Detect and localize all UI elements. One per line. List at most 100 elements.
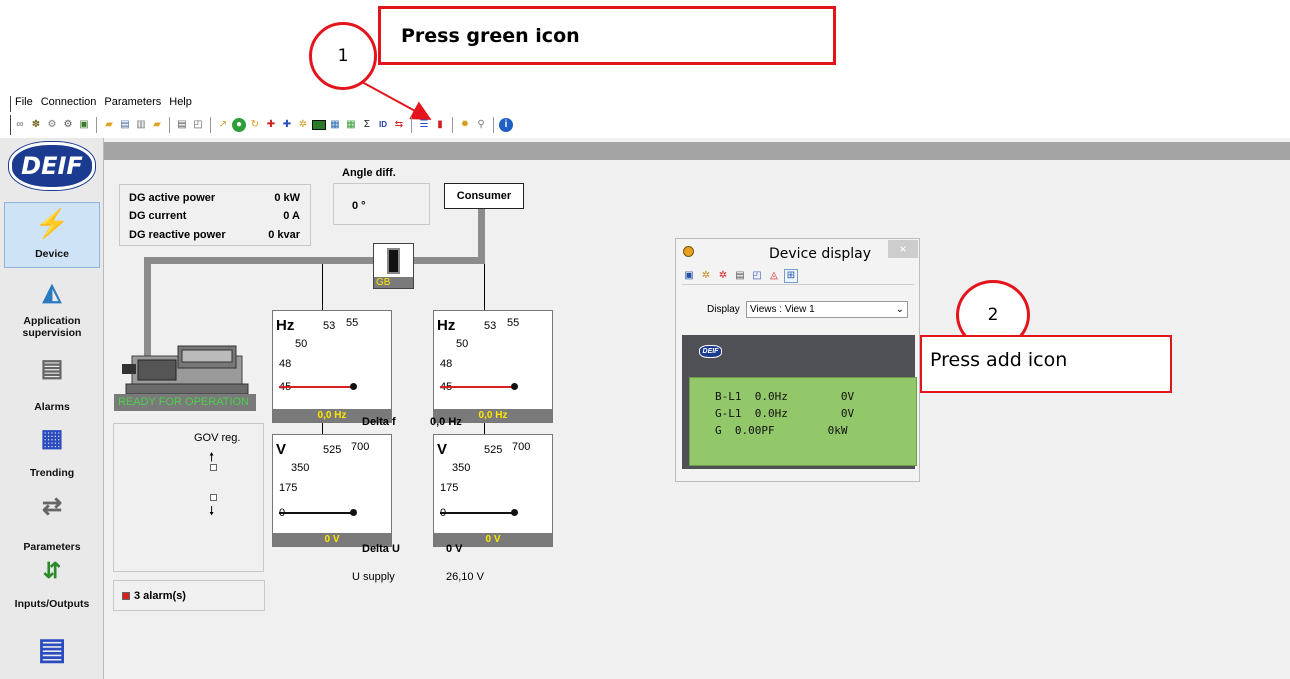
consumer-box[interactable]: Consumer [444, 183, 524, 209]
instruction-callout-2: Press add icon [920, 335, 1172, 393]
dg-reactive-power-value: 0 kvar [268, 229, 300, 241]
menu-parameters[interactable]: Parameters [100, 96, 165, 112]
meter-tick: 175 [279, 482, 298, 494]
nav-parameters[interactable]: ⇄ Parameters [4, 492, 100, 556]
export-pdf-icon[interactable]: ◬ [767, 269, 781, 283]
marker-red-icon[interactable]: ✚ [264, 118, 278, 132]
color-wheel-icon[interactable]: ✹ [458, 118, 472, 132]
print-preview-icon[interactable]: ◰ [191, 118, 205, 132]
write-icon[interactable]: ▥ [134, 118, 148, 132]
id-icon[interactable]: ID [376, 118, 390, 132]
print-icon[interactable]: ▤ [175, 118, 189, 132]
meter-tick: 55 [346, 317, 359, 329]
left-nav: DEIF ⚡ Device ◭ Application supervision … [0, 138, 104, 679]
meter-tick: 700 [512, 441, 531, 453]
bus-frequency-meter: Hz 53 55 50 48 45 0,0 Hz [433, 310, 553, 423]
nav-trending[interactable]: ▦ Trending [4, 424, 100, 488]
meter-link-line [484, 264, 485, 311]
print-preview-icon[interactable]: ◰ [750, 269, 764, 283]
link-icon[interactable]: ∞ [13, 118, 27, 132]
dg-reactive-power-label: DG reactive power [129, 229, 226, 241]
trending-icon: ▦ [40, 425, 64, 452]
nav-device[interactable]: ⚡ Device [4, 202, 100, 268]
meter-pivot [511, 509, 518, 516]
meter-needle [440, 386, 514, 388]
meter-unit: V [276, 441, 287, 458]
settings-icon[interactable]: ✲ [296, 118, 310, 132]
device-display-green-icon[interactable] [312, 120, 326, 130]
display-label: Display [707, 304, 740, 315]
toolbar-separator [411, 117, 412, 133]
meter-unit: Hz [276, 317, 295, 334]
parameters-icon: ⇄ [41, 493, 63, 520]
gov-reg-panel: GOV reg. 🠕 🠗 [113, 423, 264, 572]
nav-application-supervision[interactable]: ◭ Application supervision [4, 278, 100, 348]
refresh-icon[interactable]: ↻ [248, 118, 262, 132]
display-select[interactable]: Views : View 1 ⌄ [746, 301, 908, 318]
lcd-panel: B-L1 0.0Hz 0V G-L1 0.0Hz 0V G 0.00PF 0kW [689, 377, 917, 466]
close-button[interactable]: × [888, 240, 918, 258]
nav-more[interactable]: ▤ [4, 632, 100, 676]
wand-icon[interactable]: ✲ [699, 269, 713, 283]
run-icon[interactable]: ● [232, 118, 246, 132]
gear-group-icon[interactable]: ⚙ [45, 118, 59, 132]
menu-help[interactable]: Help [165, 96, 196, 112]
chip-icon[interactable]: ▣ [77, 118, 91, 132]
window-title-bar[interactable]: Device display × [676, 239, 919, 265]
toolbar-separator [452, 117, 453, 133]
alarm-summary[interactable]: 3 alarm(s) [113, 580, 265, 611]
save-icon[interactable]: ▤ [118, 118, 132, 132]
transfer-icon[interactable]: ⇆ [392, 118, 406, 132]
alarm-indicator-icon [122, 592, 130, 600]
bus-voltage-meter: V 525 700 350 175 0 0 V [433, 434, 553, 547]
meter-tick: 48 [279, 358, 292, 370]
tools-icon[interactable]: ✽ [29, 118, 43, 132]
dg-current-value: 0 A [283, 210, 300, 222]
gears-icon[interactable]: ⚙ [61, 118, 75, 132]
wand-red-icon[interactable]: ✲ [716, 269, 730, 283]
meter-unit: Hz [437, 317, 456, 334]
info-icon[interactable]: i [499, 118, 513, 132]
grid-icon[interactable]: ▦ [328, 118, 342, 132]
meter-tick: 525 [484, 444, 503, 456]
lcd-row: G 0.00PF 0kW [715, 424, 848, 437]
delta-f-label: Delta f [362, 416, 396, 428]
meter-tick: 350 [291, 462, 310, 474]
nav-alarms[interactable]: ▤ Alarms [4, 354, 100, 418]
grid-green-icon[interactable]: ▦ [344, 118, 358, 132]
alarms-icon: ▤ [40, 355, 64, 382]
generator-frequency-meter: Hz 53 55 50 48 45 0,0 Hz [272, 310, 392, 423]
display-screen: DEIF B-L1 0.0Hz 0V G-L1 0.0Hz 0V G 0.00P… [682, 335, 917, 469]
meter-tick: 48 [440, 358, 453, 370]
angle-diff-value: 0 ° [352, 200, 366, 212]
nav-inputs-outputs[interactable]: ⇵ Inputs/Outputs [4, 558, 100, 624]
chart-icon[interactable]: ↗ [216, 118, 230, 132]
bars-icon[interactable]: ▮ [433, 118, 447, 132]
meter-tick: 53 [484, 320, 497, 332]
lcd-row: G-L1 0.0Hz 0V [715, 407, 855, 420]
u-supply-label: U supply [352, 571, 395, 583]
folder-icon[interactable]: ▰ [150, 118, 164, 132]
busbar [147, 257, 485, 264]
marker-blue-icon[interactable]: ✚ [280, 118, 294, 132]
list-icon[interactable]: ☰ [417, 118, 431, 132]
open-folder-icon[interactable]: ▰ [102, 118, 116, 132]
toolbar: ∞ ✽ ⚙ ⚙ ▣ ▰ ▤ ▥ ▰ ▤ ◰ ↗ ● ↻ ✚ ✚ ✲ ▦ ▦ Σ … [10, 115, 1290, 135]
save-icon[interactable]: ▣ [682, 269, 696, 283]
breaker-switch-icon [387, 248, 400, 274]
meter-pivot [511, 383, 518, 390]
tuning-icon[interactable]: ⚲ [474, 118, 488, 132]
meter-unit: V [437, 441, 448, 458]
meter-tick: 50 [456, 338, 469, 350]
print-icon[interactable]: ▤ [733, 269, 747, 283]
generator-breaker[interactable]: GB [373, 243, 414, 289]
meter-needle [440, 512, 514, 514]
menu-connection[interactable]: Connection [37, 96, 101, 112]
nav-inputs-outputs-label: Inputs/Outputs [14, 598, 90, 610]
sum-icon[interactable]: Σ [360, 118, 374, 132]
meter-tick: 50 [295, 338, 308, 350]
gb-label: GB [374, 277, 413, 288]
add-icon[interactable]: ⊞ [784, 268, 798, 283]
menu-file[interactable]: File [11, 96, 37, 112]
dg-measurements-panel: DG active power 0 kW DG current 0 A DG r… [119, 184, 311, 246]
